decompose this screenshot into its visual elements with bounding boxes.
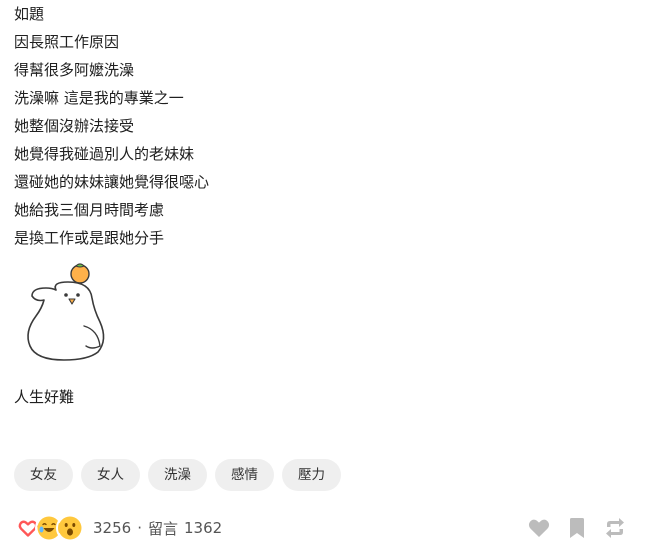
reaction-summary[interactable] [14, 514, 84, 542]
post-line: 因長照工作原因 [14, 33, 120, 51]
post-stats: 3256 · 留言 1362 [93, 518, 222, 539]
post-line: 是換工作或是跟她分手 [14, 229, 165, 247]
post-footer: 3256 · 留言 1362 [14, 512, 644, 544]
comments-count[interactable]: 1362 [184, 519, 222, 537]
post-closing-line: 人生好難 [14, 388, 75, 406]
post-line: 她整個沒辦法接受 [14, 117, 135, 135]
bookmark-icon[interactable] [568, 517, 586, 539]
tag-list: 女友 女人 洗澡 感情 壓力 [14, 459, 341, 491]
post-content: 如題 因長照工作原因 得幫很多阿嬤洗澡 洗澡嘛 這是我的專業之一 她整個沒辦法接… [14, 0, 644, 252]
post-line: 她給我三個月時間考慮 [14, 201, 165, 219]
duck-sticker-image [22, 260, 112, 364]
tag-chip[interactable]: 洗澡 [148, 459, 207, 491]
tag-chip[interactable]: 女人 [81, 459, 140, 491]
post-line: 她覺得我碰過別人的老妹妹 [14, 145, 195, 163]
post-line: 洗澡嘛 這是我的專業之一 [14, 89, 184, 107]
post-actions [528, 517, 644, 539]
like-heart-icon[interactable] [528, 518, 550, 538]
reaction-count: 3256 [93, 519, 132, 537]
tag-chip[interactable]: 女友 [14, 459, 73, 491]
comments-label[interactable]: 留言 [148, 518, 178, 539]
post-line: 得幫很多阿嬤洗澡 [14, 61, 135, 79]
tag-chip[interactable]: 壓力 [282, 459, 341, 491]
share-icon[interactable] [604, 518, 626, 538]
post-line: 還碰她的妹妹讓她覺得很噁心 [14, 173, 210, 191]
stats-separator: · [137, 519, 142, 537]
surprised-reaction-icon [56, 514, 84, 542]
tag-chip[interactable]: 感情 [215, 459, 274, 491]
post-line: 如題 [14, 5, 45, 23]
